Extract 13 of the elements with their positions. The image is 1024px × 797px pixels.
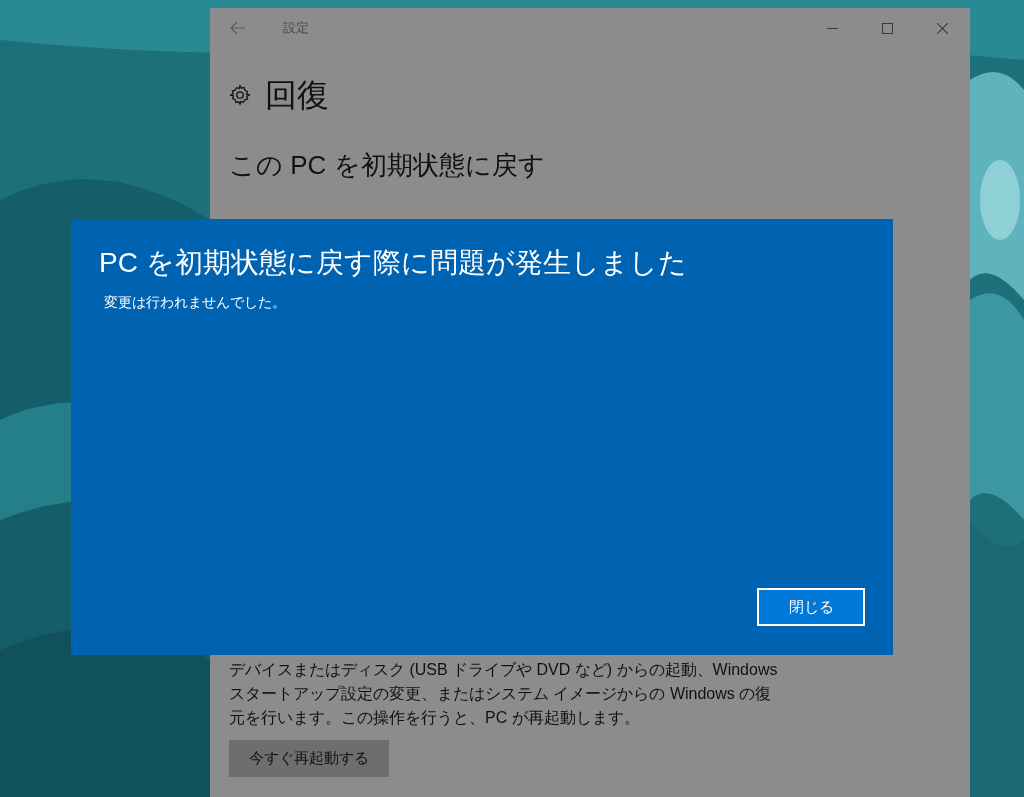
back-arrow-icon <box>230 21 246 35</box>
dialog-message: 変更は行われませんでした。 <box>104 293 287 312</box>
restart-now-button[interactable]: 今すぐ再起動する <box>229 740 389 777</box>
maximize-icon <box>882 22 893 34</box>
window-title: 設定 <box>283 19 309 38</box>
page-heading: 回復 <box>265 76 329 115</box>
settings-icon <box>229 84 251 106</box>
minimize-icon <box>827 27 838 29</box>
close-dialog-button[interactable]: 閉じる <box>757 588 865 626</box>
description-text: デバイスまたはディスク (USB ドライブや DVD など) からの起動、Windows スタートアップ設定の変更、またはシステム イメージからの Windows の復元を行います。この操作を行うと、PC が再起動します。 <box>229 660 779 728</box>
section-title: この PC を初期状態に戻す <box>229 149 546 182</box>
dialog-title: PC を初期状態に戻す際に問題が発生しました <box>99 246 688 280</box>
close-icon <box>937 22 948 34</box>
